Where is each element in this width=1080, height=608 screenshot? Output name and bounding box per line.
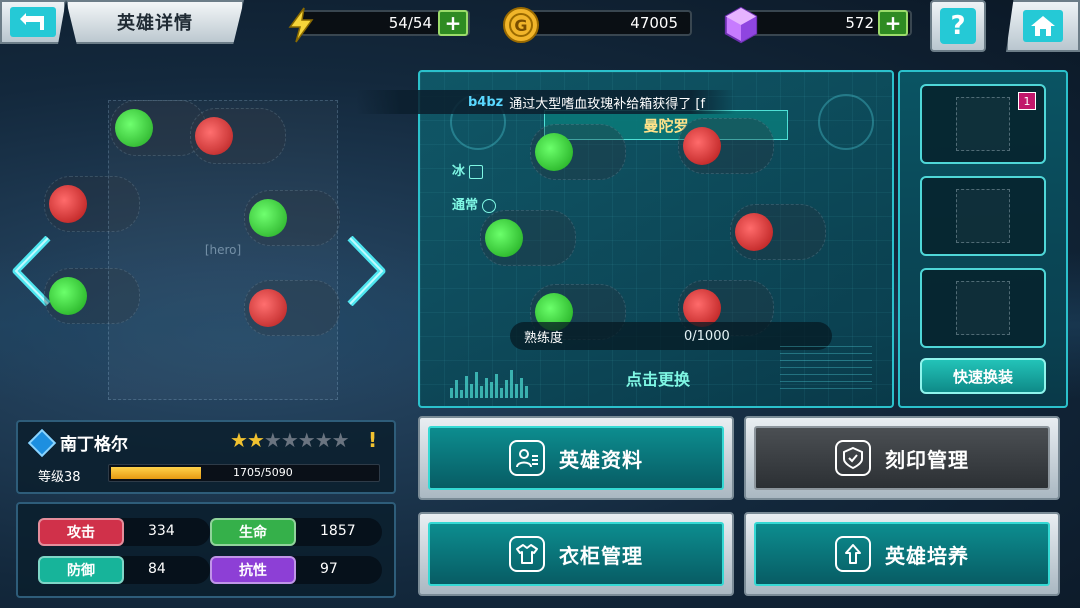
page-title: 英雄详情	[66, 0, 244, 44]
stat-attack-label: 攻击	[38, 518, 124, 546]
home-icon	[1023, 10, 1063, 42]
hero-level: 等级38	[38, 470, 81, 485]
equipment-slot-2[interactable]	[920, 176, 1046, 256]
hero-star-rating: ★★★★★★★	[230, 428, 350, 452]
gold-resource: 47005 G	[502, 6, 692, 43]
hero-name: 南丁格尔	[60, 435, 128, 455]
drone-sprite	[480, 210, 576, 266]
hero-info-panel: 南丁格尔 ★★★★★★★ ! 等级38 1705/5090	[16, 420, 396, 494]
star-empty-icon: ★	[297, 428, 316, 452]
hero-class-icon	[27, 428, 57, 457]
xp-bar: 1705/5090	[108, 464, 380, 482]
stat-hp-value: 1857	[320, 523, 356, 539]
hero-profile-inner: 英雄资料	[428, 426, 724, 490]
xp-text: 1705/5090	[233, 466, 293, 479]
star-empty-icon: ★	[314, 428, 333, 452]
red-armor-icon	[956, 189, 1010, 243]
wardrobe-manage-button[interactable]: 衣柜管理	[418, 512, 734, 596]
quick-swap-button[interactable]: 快速换装	[920, 358, 1046, 394]
drone-sprite	[530, 124, 626, 180]
equipment-panel: 1 快速换装	[898, 70, 1068, 408]
back-button[interactable]	[0, 0, 66, 44]
hero-portrait[interactable]: [hero]	[108, 100, 338, 400]
stat-defense: 防御 84	[38, 556, 210, 584]
weapon-element-label: 冰	[452, 164, 466, 179]
rarity-icon	[482, 198, 497, 213]
star-empty-icon: ★	[331, 428, 350, 452]
imprint-icon	[835, 440, 871, 476]
wardrobe-manage-label: 衣柜管理	[559, 543, 643, 568]
drone-sprite	[678, 118, 774, 174]
stat-attack: 攻击 334	[38, 518, 210, 546]
hero-training-label: 英雄培养	[885, 543, 969, 568]
stat-resistance-value: 97	[320, 561, 338, 577]
stat-resistance: 抗性 97	[210, 556, 382, 584]
decor-ring	[818, 94, 874, 150]
xp-fill	[111, 467, 201, 479]
hero-training-inner: 英雄培养	[754, 522, 1050, 586]
weapon-rarity: 通常	[452, 194, 497, 213]
emblem-icon	[956, 281, 1010, 335]
energy-add-button[interactable]: +	[438, 10, 468, 36]
profile-icon	[509, 440, 545, 476]
stats-panel: 攻击 334 生命 1857 防御 84 抗性 97	[16, 502, 396, 598]
top-bar: 英雄详情 54/54 + 47005 G 572 + ?	[0, 0, 1080, 52]
gem-resource: 572 +	[722, 6, 914, 44]
ice-icon	[469, 164, 484, 179]
proficiency-value: 0/1000	[684, 328, 730, 344]
system-notice: b4bz 通过大型嗜血玫瑰补给箱获得了 [f	[356, 90, 736, 114]
back-arrow-icon	[10, 7, 56, 37]
stat-attack-value: 334	[148, 523, 175, 539]
stat-hp-label: 生命	[210, 518, 296, 546]
hero-name-row: 南丁格尔	[27, 428, 128, 457]
hero-profile-button[interactable]: 英雄资料	[418, 416, 734, 500]
stat-resistance-label: 抗性	[210, 556, 296, 584]
decor-lines	[780, 346, 872, 390]
help-icon: ?	[940, 8, 976, 44]
stat-defense-label: 防御	[38, 556, 124, 584]
star-filled-icon: ★	[230, 428, 248, 452]
equalizer-decor	[450, 370, 536, 398]
equipment-slot-3[interactable]	[920, 268, 1046, 348]
warning-icon[interactable]: !	[368, 428, 377, 452]
star-empty-icon: ★	[280, 428, 299, 452]
diamond-icon	[722, 6, 760, 44]
hero-profile-label: 英雄资料	[559, 447, 643, 472]
help-button[interactable]: ?	[930, 0, 986, 52]
drone-sprite	[730, 204, 826, 260]
change-weapon-button[interactable]: 点击更换	[626, 366, 690, 390]
stat-defense-value: 84	[148, 561, 166, 577]
equipment-slot-1[interactable]: 1	[920, 84, 1046, 164]
gold-coin-icon: G	[502, 6, 540, 44]
stat-hp: 生命 1857	[210, 518, 382, 546]
hero-training-button[interactable]: 英雄培养	[744, 512, 1060, 596]
imprint-manage-label: 刻印管理	[885, 447, 969, 472]
proficiency-label: 熟练度	[524, 330, 564, 346]
home-button[interactable]	[1006, 0, 1080, 52]
gold-value: 47005	[520, 10, 692, 36]
notice-text: 通过大型嗜血玫瑰补给箱获得了 [f	[509, 96, 706, 112]
weapon-panel[interactable]: 曼陀罗 冰 通常 熟练度 0/1000 点击更换	[418, 70, 894, 408]
weapon-element: 冰	[452, 160, 484, 179]
star-filled-icon: ★	[246, 428, 265, 452]
lightning-icon	[282, 6, 320, 44]
gem-add-button[interactable]: +	[878, 10, 908, 36]
svg-text:G: G	[514, 16, 527, 35]
upgrade-icon	[835, 536, 871, 572]
imprint-manage-button[interactable]: 刻印管理	[744, 416, 1060, 500]
slot-count-badge: 1	[1018, 92, 1036, 110]
weapon-rarity-label: 通常	[452, 198, 479, 213]
star-empty-icon: ★	[263, 428, 282, 452]
wardrobe-manage-inner: 衣柜管理	[428, 522, 724, 586]
notice-user: b4bz	[468, 94, 504, 110]
wardrobe-icon	[509, 536, 545, 572]
energy-resource: 54/54 +	[282, 6, 472, 43]
imprint-manage-inner: 刻印管理	[754, 426, 1050, 490]
golden-claw-icon	[956, 97, 1010, 151]
next-hero-arrow[interactable]	[346, 235, 386, 307]
